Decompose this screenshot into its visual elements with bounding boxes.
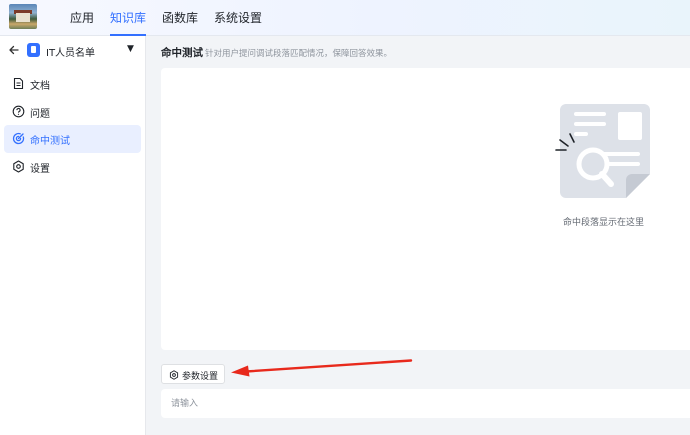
sidebar-item-label: 问题 xyxy=(30,109,50,120)
main-nav: 应用 知识库 函数库 系统设置 xyxy=(62,0,270,36)
knowledge-base-name: IT人员名单 xyxy=(46,48,96,59)
question-circle-icon xyxy=(12,105,25,118)
sidebar-item-questions[interactable]: 问题 xyxy=(4,98,141,126)
sidebar-item-settings[interactable]: 设置 xyxy=(4,153,141,181)
sidebar-item-hit-test[interactable]: 命中测试 xyxy=(4,125,141,153)
caret-down-icon[interactable]: ▼ xyxy=(127,44,134,54)
knowledge-base-selector[interactable]: IT人员名单 ▼ xyxy=(0,36,146,66)
hit-results-panel: 命中段落显示在这里 xyxy=(161,68,690,350)
query-input-container xyxy=(161,389,690,418)
sidebar-item-documents[interactable]: 文档 xyxy=(4,70,141,98)
sidebar-item-label: 文档 xyxy=(30,81,50,92)
parameter-settings-button[interactable]: 参数设置 xyxy=(161,364,225,384)
gear-icon xyxy=(169,369,179,380)
nav-item-knowledge-base[interactable]: 知识库 xyxy=(102,0,154,36)
nav-item-functions[interactable]: 函数库 xyxy=(154,0,206,36)
query-input[interactable] xyxy=(171,397,671,411)
sidebar: IT人员名单 ▼ 文档 问题 命中测试 设置 xyxy=(0,36,146,435)
nav-item-apps[interactable]: 应用 xyxy=(62,0,102,36)
page-description: 针对用户提问调试段落匹配情况，保障回答效果。 xyxy=(205,49,393,59)
sidebar-item-label: 设置 xyxy=(30,164,50,175)
empty-search-illustration xyxy=(554,102,654,202)
knowledge-base-icon xyxy=(27,43,40,57)
sidebar-item-label: 命中测试 xyxy=(30,136,70,147)
target-icon xyxy=(12,132,25,145)
document-icon xyxy=(12,77,25,90)
parameter-settings-label: 参数设置 xyxy=(182,372,219,382)
app-logo[interactable] xyxy=(9,4,37,29)
gear-icon xyxy=(12,160,25,173)
top-nav-bar: 应用 知识库 函数库 系统设置 xyxy=(0,0,690,36)
nav-item-system-settings[interactable]: 系统设置 xyxy=(206,0,270,36)
back-arrow-icon[interactable] xyxy=(8,44,20,56)
page-title: 命中测试 xyxy=(161,47,203,59)
annotation-arrow-icon xyxy=(231,359,413,377)
empty-state-text: 命中段落显示在这里 xyxy=(563,218,645,228)
